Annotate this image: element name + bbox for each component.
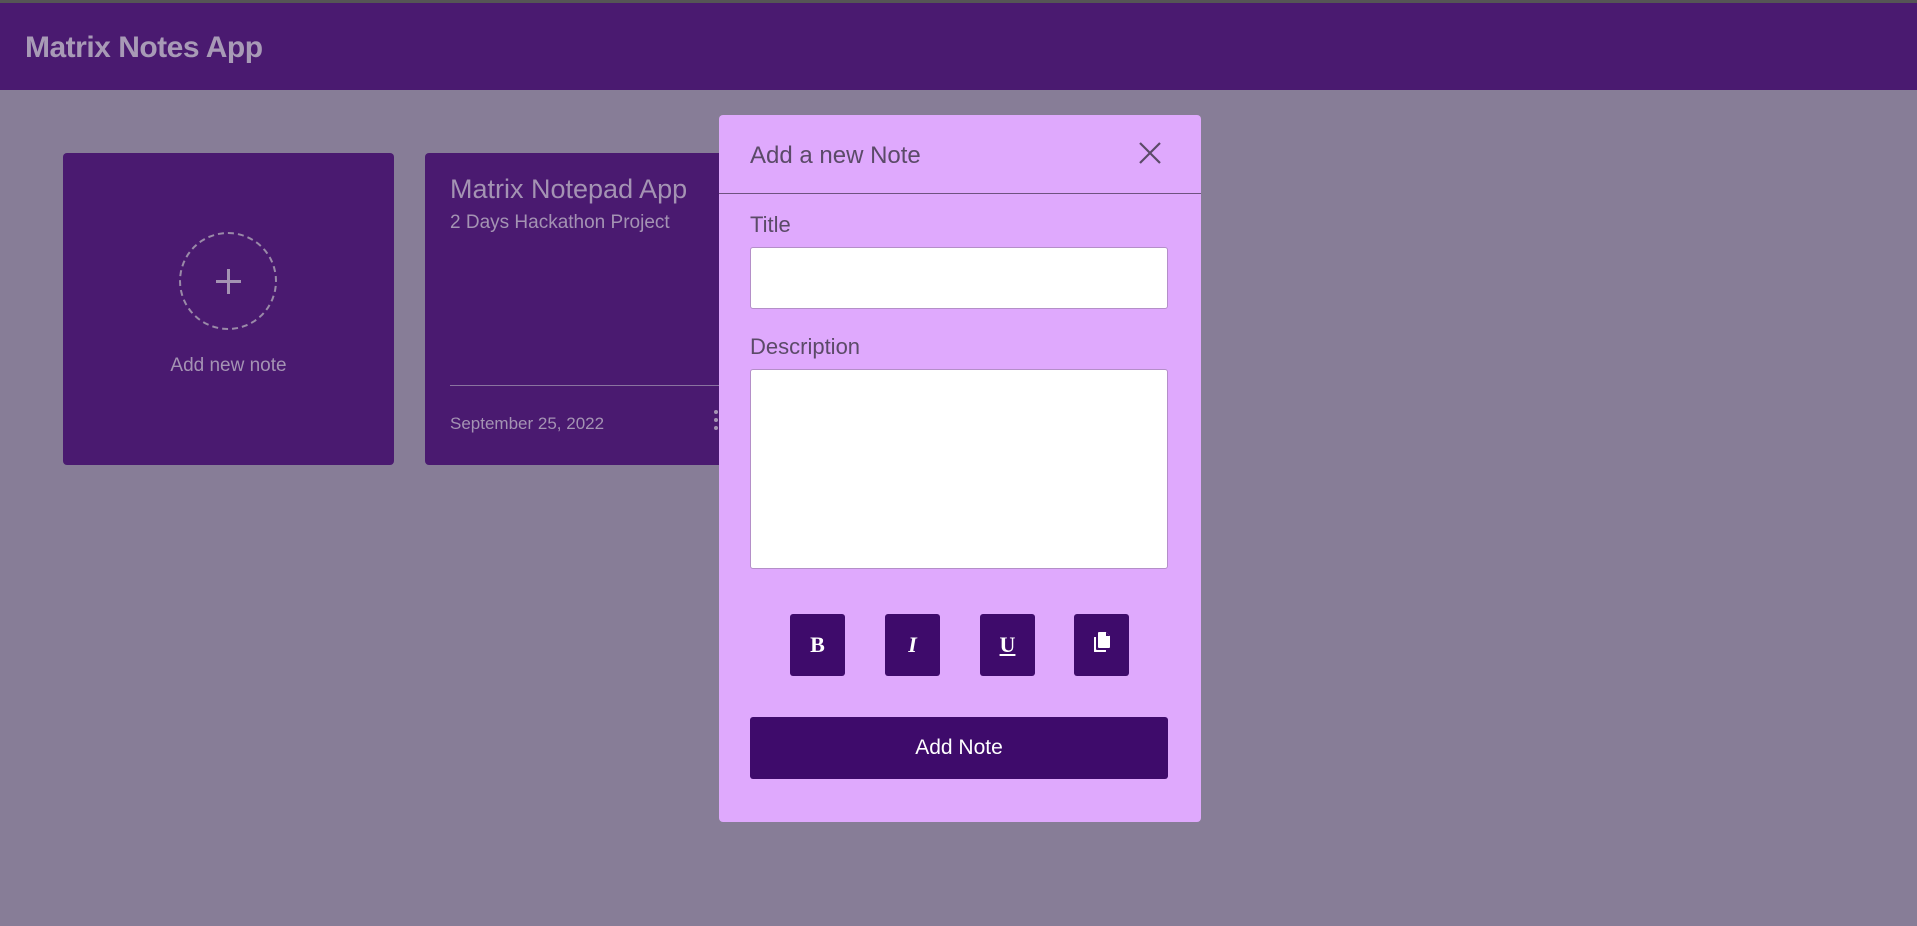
- copy-icon: [1090, 630, 1114, 660]
- add-note-label: Add new note: [170, 355, 287, 376]
- modal-header: Add a new Note: [719, 115, 1201, 194]
- title-label: Title: [750, 212, 791, 237]
- app-title: Matrix Notes App: [25, 31, 263, 64]
- add-note-card[interactable]: Add new note: [63, 153, 394, 465]
- note-date: September 25, 2022: [450, 414, 605, 433]
- modal-title: Add a new Note: [750, 142, 921, 169]
- note-title: Matrix Notepad App: [450, 174, 688, 204]
- description-input[interactable]: [750, 369, 1168, 569]
- bold-button[interactable]: B: [790, 614, 845, 676]
- plus-icon[interactable]: [179, 232, 277, 330]
- note-card[interactable]: Matrix Notepad App 2 Days Hackathon Proj…: [425, 153, 735, 465]
- description-label: Description: [750, 334, 861, 359]
- add-note-button[interactable]: Add Note: [750, 717, 1168, 779]
- note-description: 2 Days Hackathon Project: [450, 212, 670, 233]
- add-note-modal: Add a new Note Title Description B I U A…: [719, 115, 1201, 822]
- note-divider: [450, 385, 735, 386]
- navbar: Matrix Notes App: [0, 3, 1917, 90]
- title-input[interactable]: [750, 247, 1168, 309]
- copy-button[interactable]: [1074, 614, 1129, 676]
- close-icon[interactable]: [1134, 137, 1166, 169]
- underline-button[interactable]: U: [980, 614, 1035, 676]
- italic-button[interactable]: I: [885, 614, 940, 676]
